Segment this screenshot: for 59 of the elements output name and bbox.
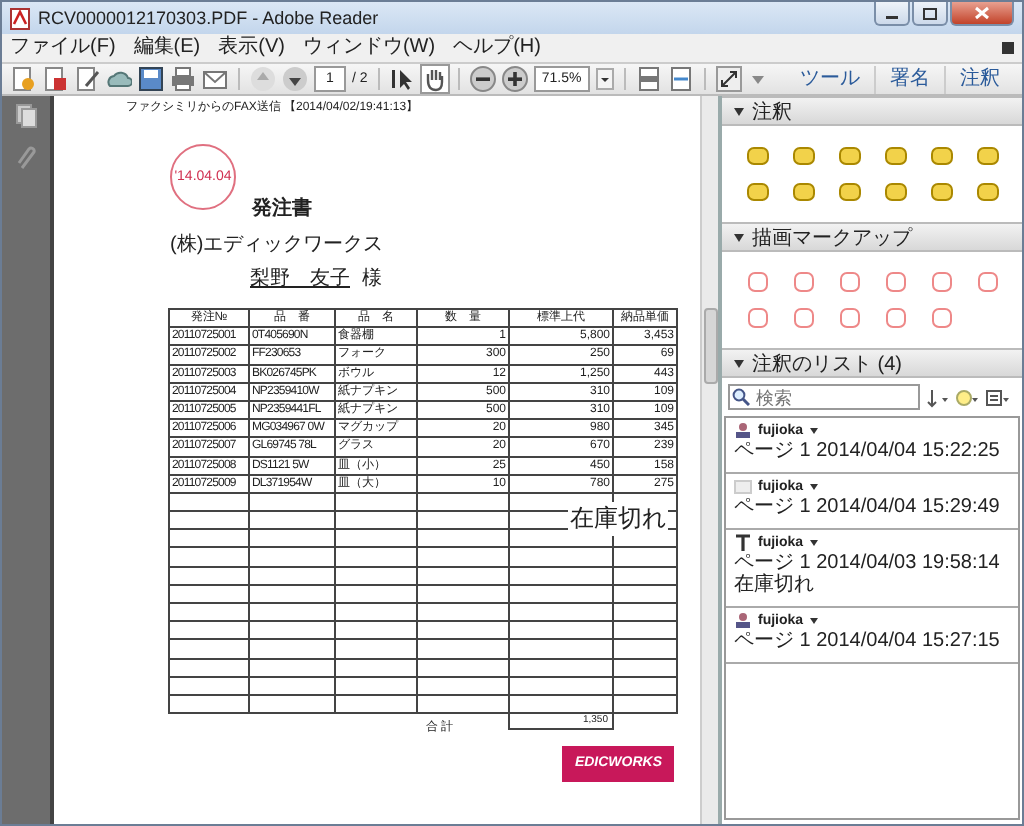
sort-icon[interactable]	[926, 387, 950, 407]
company-name: (株)エディックワークス	[170, 231, 386, 258]
document-title: 発注書	[252, 194, 312, 222]
email-icon[interactable]	[202, 66, 228, 92]
zoom-in-icon[interactable]	[501, 66, 528, 92]
menu-item[interactable]: 表示(V)	[218, 34, 285, 62]
caret-icon[interactable]	[809, 428, 818, 434]
filter-icon[interactable]	[956, 387, 980, 407]
comment-note: 在庫切れ	[734, 574, 816, 596]
menu-item[interactable]: ファイル(F)	[10, 34, 116, 62]
section-header[interactable]: 注釈のリスト (4)	[722, 348, 1022, 378]
toolbar-tab[interactable]: 注釈	[944, 65, 1014, 93]
caret-icon[interactable]	[809, 484, 818, 490]
maximize-icon	[922, 7, 938, 19]
zoom-out-icon[interactable]	[469, 66, 496, 92]
minimize-button[interactable]	[874, 2, 910, 26]
menu-item[interactable]: ヘルプ(H)	[453, 34, 541, 62]
comment-meta: ページ 1 2014/04/03 19:58:14	[734, 552, 1002, 574]
close-icon	[974, 6, 990, 20]
full-screen-icon[interactable]	[715, 66, 742, 92]
caret-icon[interactable]	[809, 540, 818, 546]
pdf-file-icon	[10, 7, 30, 29]
next-page-icon[interactable]	[282, 66, 308, 92]
save-icon[interactable]	[138, 66, 164, 92]
collapse-triangle-icon	[734, 233, 744, 241]
collapse-triangle-icon	[734, 359, 744, 367]
honorific: 様	[362, 265, 382, 292]
hand-icon[interactable]	[421, 66, 448, 92]
text-comment[interactable]: 在庫切れ	[568, 502, 668, 536]
menu-item[interactable]: 編集(E)	[133, 34, 201, 62]
create-pdf-icon[interactable]	[10, 66, 36, 92]
note-icon	[734, 478, 752, 496]
recipient-name: 梨野 友子	[250, 265, 350, 292]
cloud-upload-icon[interactable]	[106, 66, 132, 92]
print-icon[interactable]	[170, 66, 196, 92]
caret-icon[interactable]	[809, 618, 818, 624]
toolbar-tab[interactable]: ツール	[786, 65, 874, 93]
window-title: RCV0000012170303.PDF - Adobe Reader	[38, 8, 381, 28]
menu-item[interactable]: ウィンドウ(W)	[302, 34, 436, 62]
fit-page-icon[interactable]	[635, 66, 662, 92]
fit-width-icon[interactable]	[667, 66, 694, 92]
collapse-triangle-icon	[734, 107, 744, 115]
maximize-button[interactable]	[912, 2, 948, 26]
document-icon[interactable]	[42, 66, 68, 92]
select-cursor-icon[interactable]	[389, 66, 416, 92]
comment-meta: ページ 1 2014/04/04 15:22:25	[734, 440, 1002, 462]
section-header[interactable]: 描画マークアップ	[722, 222, 1022, 252]
toolbar-tab[interactable]: 署名	[874, 65, 944, 93]
search-icon	[732, 388, 750, 406]
pages-icon[interactable]	[15, 104, 37, 128]
close-button[interactable]	[950, 2, 1014, 26]
search-field[interactable]: 検索	[728, 384, 920, 410]
comment-meta: ページ 1 2014/04/04 15:29:49	[734, 496, 1002, 518]
edit-document-icon[interactable]	[74, 66, 100, 92]
scrollbar-thumb[interactable]	[704, 308, 718, 384]
options-icon[interactable]	[986, 387, 1010, 407]
dropdown-caret-icon[interactable]	[595, 68, 614, 90]
section-header[interactable]: 注釈	[722, 96, 1022, 126]
comment-meta: ページ 1 2014/04/04 15:27:15	[734, 630, 1002, 652]
